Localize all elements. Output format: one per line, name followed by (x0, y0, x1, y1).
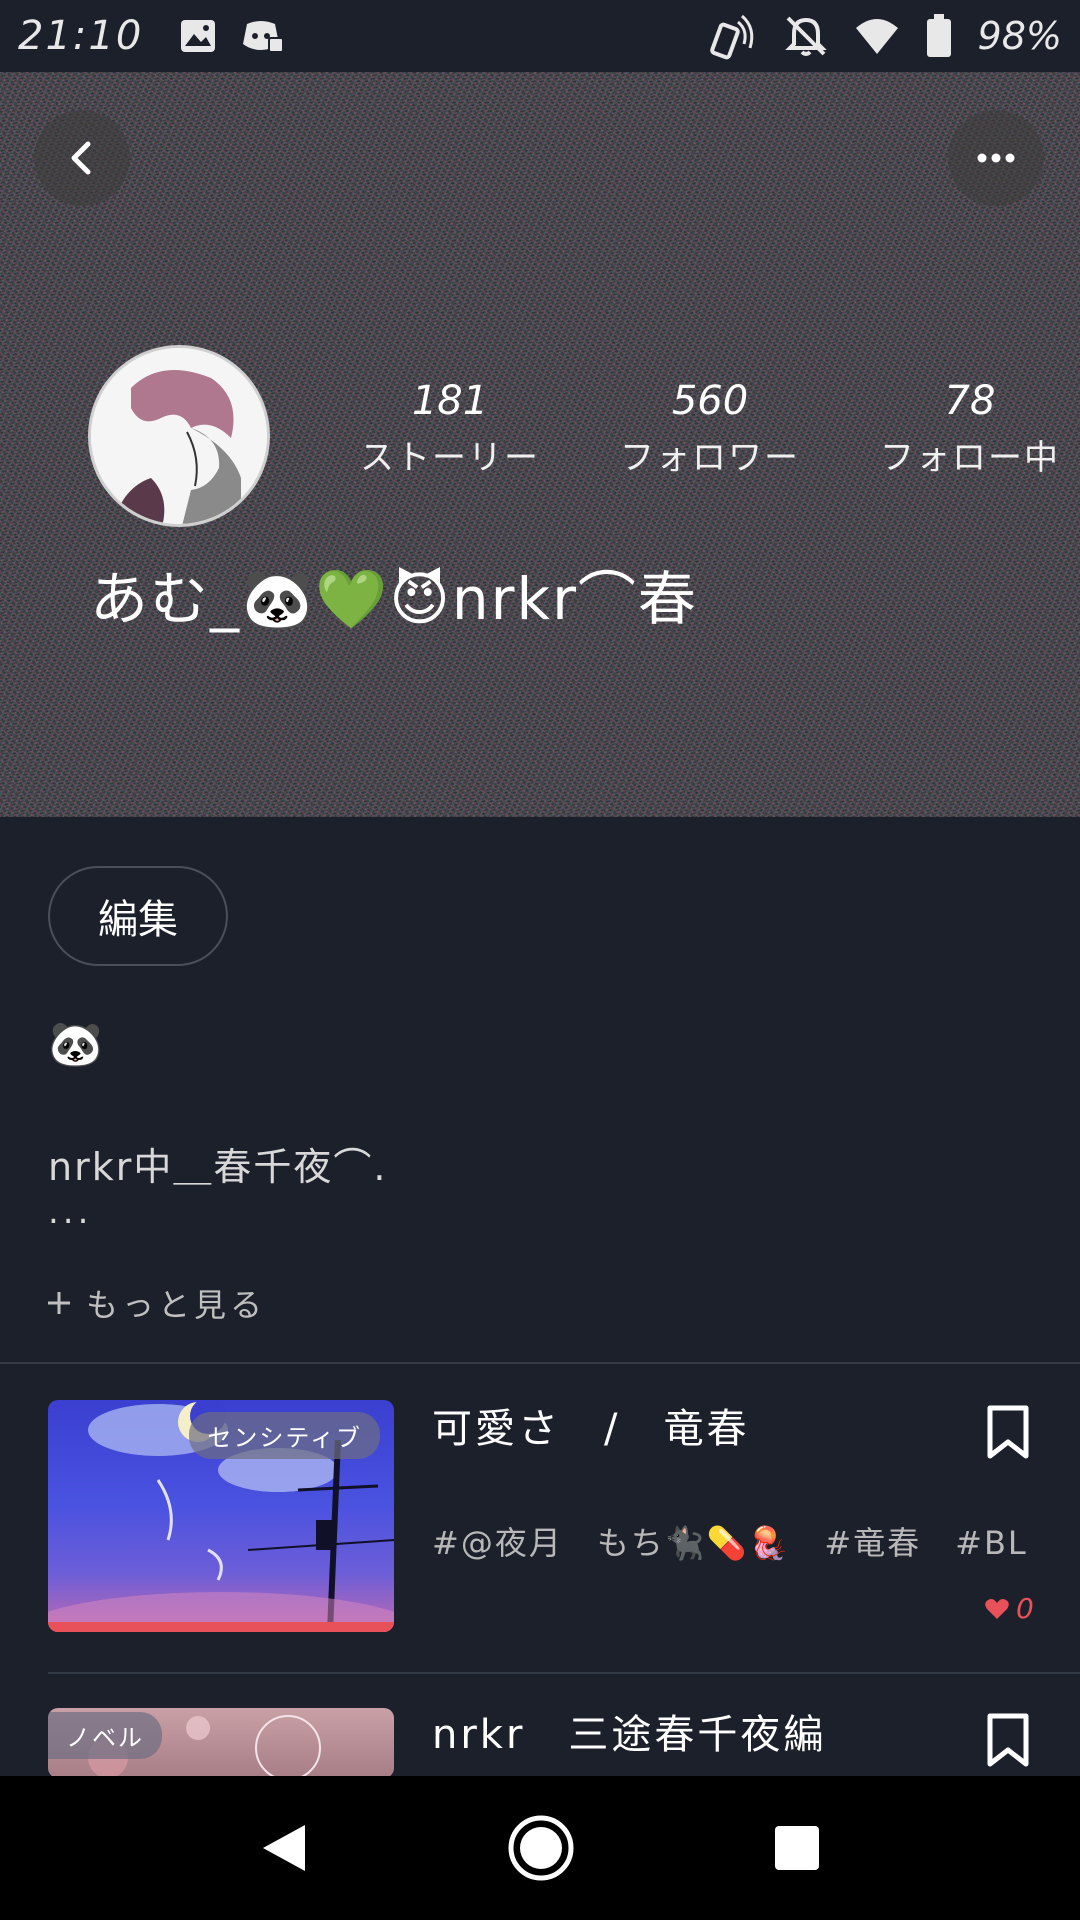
stat-followers[interactable]: 560 フォロワー (580, 378, 840, 479)
bookmark-icon[interactable] (984, 1712, 1032, 1768)
stat-label: フォロワー (620, 438, 800, 478)
story-thumbnail[interactable]: ノベル (48, 1708, 394, 1778)
bio-text: nrkr中＿春千夜⌒. (48, 1145, 388, 1189)
stat-following[interactable]: 78 フォロー中 (840, 378, 1080, 479)
battery-percent: 98% (977, 14, 1062, 58)
wifi-icon (855, 19, 898, 54)
story-thumbnail[interactable]: センシティブ (48, 1400, 394, 1632)
profile-name: あむ_🐼💚😈nrkr⌒春 (90, 565, 698, 633)
stat-value: 181 (411, 378, 489, 424)
bio-ellipsis: ... (48, 1192, 93, 1232)
status-right-icons: 98% (709, 12, 1062, 60)
novel-badge: ノベル (48, 1712, 162, 1759)
nav-home-icon[interactable] (507, 1814, 575, 1882)
show-more-link[interactable]: もっと見る (46, 1280, 266, 1326)
sensitive-badge: センシティブ (189, 1412, 380, 1459)
bookmark-icon[interactable] (984, 1404, 1032, 1460)
status-left-icons (179, 18, 285, 54)
stat-value: 560 (671, 378, 749, 424)
avatar[interactable] (88, 345, 270, 527)
discord-icon (243, 21, 285, 53)
like-count[interactable]: 0 (984, 1592, 1034, 1625)
nav-back-icon[interactable] (259, 1821, 309, 1875)
stat-label: フォロー中 (880, 438, 1060, 478)
bell-off-icon (784, 16, 827, 56)
like-count-value: 0 (1016, 1592, 1034, 1625)
bio-emoji: 🐼 (48, 1019, 103, 1070)
nav-recents-icon[interactable] (773, 1824, 821, 1872)
more-dots-icon (977, 153, 1015, 163)
status-time: 21:10 (18, 13, 144, 59)
divider (48, 1672, 1080, 1674)
avatar-illustration (91, 348, 267, 524)
divider (0, 1362, 1080, 1364)
profile-stats: 181 ストーリー 560 フォロワー 78 フォロー中 (320, 378, 1080, 479)
back-button[interactable] (34, 110, 130, 206)
screen: 21:10 98% 181 ストーリー 560 フォロワー 78 フォロー中 あ… (0, 0, 1080, 1920)
heart-icon (985, 1598, 1009, 1619)
battery-icon (926, 14, 951, 57)
story-tags[interactable]: #@夜月 もち🐈‍⬛💊🪼 #竜春 #BL (432, 1518, 1028, 1564)
nfc-icon (709, 14, 753, 60)
read-progress-bar (48, 1622, 394, 1632)
stat-value: 78 (944, 378, 996, 424)
back-arrow-icon (71, 141, 91, 175)
more-options-button[interactable] (948, 110, 1044, 206)
show-more-label: もっと見る (86, 1286, 267, 1324)
system-nav-bar (0, 1776, 1080, 1920)
edit-profile-button[interactable]: 編集 (48, 866, 228, 966)
image-icon (181, 20, 216, 52)
stat-stories[interactable]: 181 ストーリー (320, 378, 580, 479)
plus-icon (48, 1292, 70, 1314)
story-title[interactable]: nrkr 三途春千夜編 (432, 1702, 826, 1760)
status-bar: 21:10 98% (0, 0, 1080, 72)
story-title[interactable]: 可愛さ / 竜春 (432, 1396, 749, 1454)
stat-label: ストーリー (360, 438, 540, 478)
profile-cover: 181 ストーリー 560 フォロワー 78 フォロー中 あむ_🐼💚😈nrkr⌒… (0, 72, 1080, 817)
